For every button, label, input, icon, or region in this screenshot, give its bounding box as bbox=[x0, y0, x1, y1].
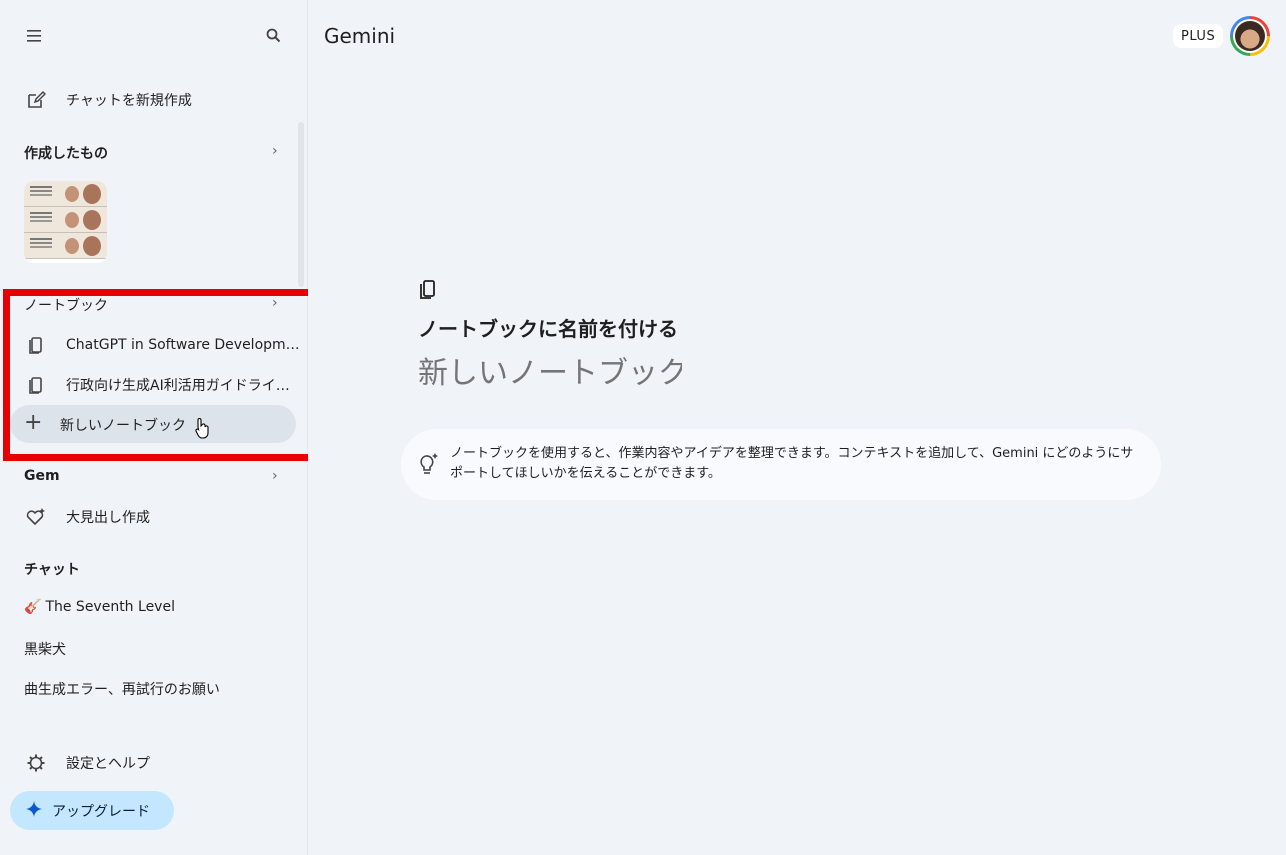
upgrade-button[interactable]: アップグレード bbox=[10, 791, 174, 830]
plan-badge: PLUS bbox=[1173, 24, 1224, 48]
created-chevron-right-icon[interactable]: › bbox=[272, 143, 278, 159]
sparkle-icon bbox=[26, 800, 42, 821]
notebook-info-pill: ノートブックを使用すると、作業内容やアイデアを整理できます。コンテキストを追加し… bbox=[401, 429, 1161, 500]
avatar[interactable] bbox=[1230, 16, 1270, 56]
edit-icon bbox=[24, 88, 48, 112]
info-text: ノートブックを使用すると、作業内容やアイデアを整理できます。コンテキストを追加し… bbox=[450, 446, 1134, 481]
notebook-name-input[interactable] bbox=[418, 353, 682, 393]
created-section-title: 作成したもの bbox=[24, 146, 108, 162]
sidebar-item-chat[interactable]: 黒柴犬 bbox=[24, 639, 66, 659]
new-chat-label: チャットを新規作成 bbox=[66, 93, 192, 109]
gem-label: 大見出し作成 bbox=[66, 510, 150, 526]
upgrade-label: アップグレード bbox=[52, 803, 150, 820]
settings-help-button[interactable]: 設定とヘルプ bbox=[24, 751, 150, 775]
app-title: Gemini bbox=[324, 24, 396, 48]
created-thumbnail[interactable] bbox=[24, 181, 107, 263]
notebook-icon bbox=[418, 279, 438, 305]
sidebar-item-chat[interactable]: 曲生成エラー、再試行のお願い bbox=[24, 679, 220, 699]
highlight-box bbox=[3, 289, 315, 461]
sidebar-item-chat[interactable]: 🎸 The Seventh Level bbox=[24, 599, 175, 615]
gem-chevron-right-icon[interactable]: › bbox=[272, 468, 278, 484]
main-panel bbox=[308, 0, 1286, 855]
guitar-emoji-icon: 🎸 bbox=[24, 599, 42, 615]
settings-label: 設定とヘルプ bbox=[66, 756, 150, 772]
gear-icon bbox=[24, 751, 48, 775]
gem-heart-sparkle-icon bbox=[24, 505, 48, 529]
chat-label: The Seventh Level bbox=[45, 599, 175, 615]
notebook-name-field-wrapper bbox=[418, 353, 682, 393]
new-chat-button[interactable]: チャットを新規作成 bbox=[24, 88, 192, 112]
chat-section-title: チャット bbox=[24, 562, 80, 578]
menu-icon[interactable] bbox=[24, 24, 48, 48]
sidebar-item-gem[interactable]: 大見出し作成 bbox=[24, 505, 150, 529]
page-title: ノートブックに名前を付ける bbox=[418, 317, 678, 341]
search-icon[interactable] bbox=[262, 24, 286, 48]
lightbulb-sparkle-icon bbox=[418, 452, 440, 480]
sidebar-scrollbar[interactable] bbox=[298, 122, 304, 287]
gem-section-title: Gem bbox=[24, 468, 60, 484]
sidebar: チャットを新規作成 作成したもの › ノートブック › ChatGPT in S… bbox=[0, 0, 315, 855]
